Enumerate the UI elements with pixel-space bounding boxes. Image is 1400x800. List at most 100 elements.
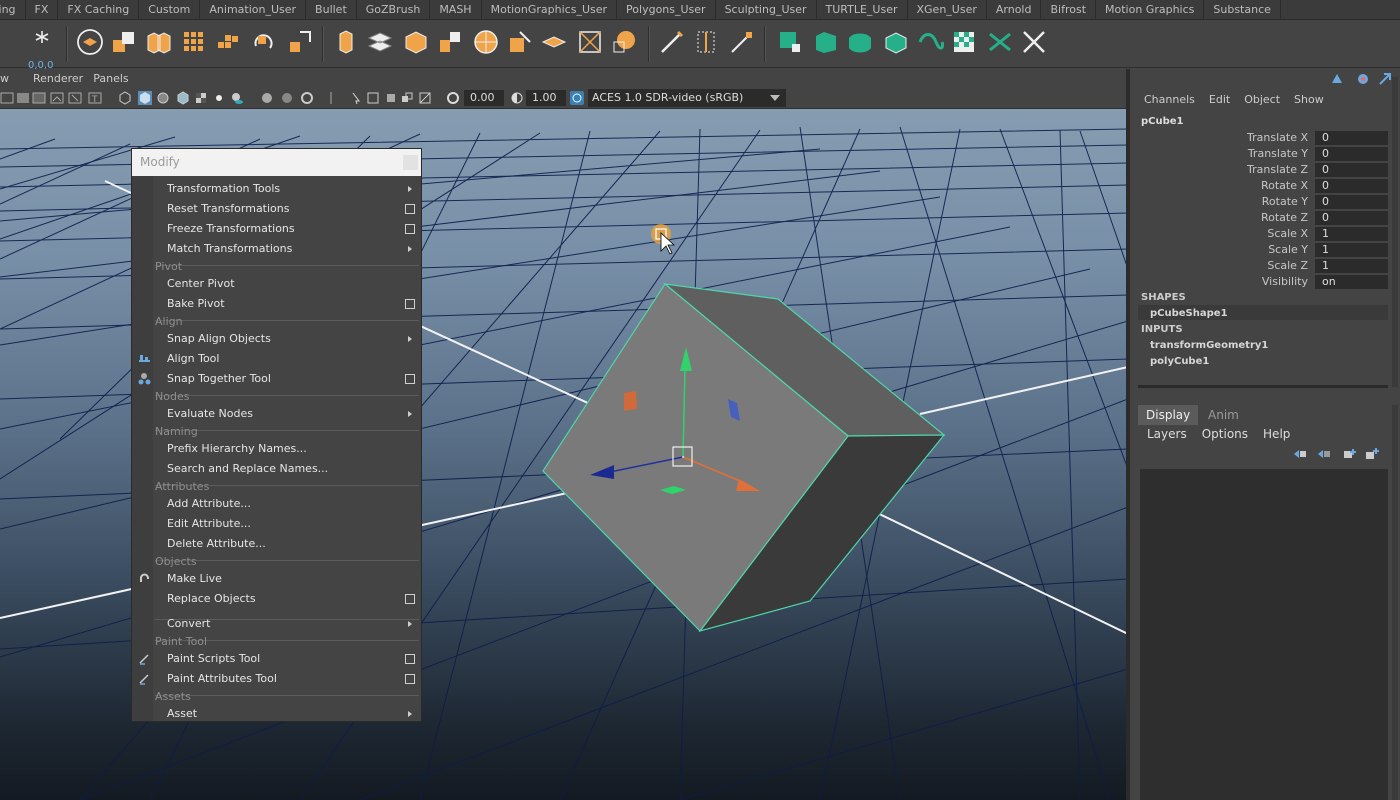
tool-settings-toggle-icon[interactable] [1356, 72, 1370, 86]
attr-row-translate-x[interactable]: Translate X 0 [1130, 130, 1390, 146]
shelf-tab-gozbrush[interactable]: GoZBrush [357, 0, 431, 19]
option-box-icon[interactable] [405, 654, 415, 664]
menu-item-bake-pivot[interactable]: Bake Pivot [132, 294, 421, 314]
text-field-icon[interactable]: T [88, 91, 102, 105]
menu-item-reset-transformations[interactable]: Reset Transformations [132, 199, 421, 219]
separate-icon[interactable] [214, 28, 242, 56]
cut-icon[interactable] [506, 28, 534, 56]
viewport-menu-panels[interactable]: Panels [93, 72, 138, 85]
channel-box-toggle-icon[interactable] [1378, 72, 1392, 86]
shadows-icon[interactable] [230, 91, 244, 105]
cut-uv-icon[interactable] [1020, 28, 1048, 56]
shelf-tab-motiongraphics-user[interactable]: MotionGraphics_User [482, 0, 618, 19]
mirror-icon[interactable] [286, 28, 314, 56]
attr-label[interactable]: Translate Y [1248, 146, 1308, 162]
channel-layer-splitter[interactable] [1138, 385, 1388, 388]
attr-value-field[interactable]: on [1315, 275, 1388, 289]
checker-icon[interactable] [950, 28, 978, 56]
move-layer-down-icon[interactable] [1316, 447, 1332, 461]
shelf-tab-fx[interactable]: FX [26, 0, 59, 19]
attr-label[interactable]: Scale Z [1267, 258, 1308, 274]
layer-editor-scrollbar[interactable] [1392, 405, 1398, 800]
input-node-transformgeometry[interactable]: transformGeometry1 [1150, 340, 1268, 351]
option-box-icon[interactable] [405, 674, 415, 684]
shelf-tab-substance[interactable]: Substance [1204, 0, 1281, 19]
tab-display[interactable]: Display [1138, 405, 1199, 425]
image-plane-icon[interactable] [32, 91, 46, 105]
isolate-select-icon[interactable] [350, 91, 364, 105]
depth-of-field-icon[interactable] [324, 91, 338, 105]
menu-item-paint-attributes-tool[interactable]: Paint Attributes Tool [132, 669, 421, 689]
menu-item-add-attribute[interactable]: Add Attribute... [132, 494, 421, 514]
menu-item-paint-scripts-tool[interactable]: Paint Scripts Tool [132, 649, 421, 669]
shelf-tab-turtle-user[interactable]: TURTLE_User [817, 0, 908, 19]
attr-label[interactable]: Visibility [1262, 274, 1308, 290]
colorspace-dropdown[interactable]: ACES 1.0 SDR-video (sRGB) [588, 89, 786, 107]
attr-row-translate-y[interactable]: Translate Y 0 [1130, 146, 1390, 162]
layer-list[interactable] [1140, 469, 1388, 800]
menu-item-prefix-hierarchy-names[interactable]: Prefix Hierarchy Names... [132, 439, 421, 459]
menu-item-convert[interactable]: Convert [132, 614, 421, 634]
close-icon[interactable] [403, 155, 418, 170]
menu-item-make-live[interactable]: Make Live [132, 569, 421, 589]
attr-value-field[interactable]: 0 [1315, 131, 1388, 145]
cube-green-icon[interactable] [776, 28, 804, 56]
shelf-tab-ring[interactable]: ring [0, 0, 26, 19]
sphere-grid-icon[interactable] [610, 28, 638, 56]
modify-menu-title-bar[interactable]: Modify [132, 149, 421, 176]
attr-row-visibility[interactable]: Visibility on [1130, 274, 1390, 290]
help-menu[interactable]: Help [1254, 425, 1296, 443]
move-layer-up-icon[interactable] [1292, 447, 1308, 461]
menu-item-match-transformations[interactable]: Match Transformations [132, 239, 421, 259]
menu-item-center-pivot[interactable]: Center Pivot [132, 274, 421, 294]
xray-components-icon[interactable] [400, 91, 414, 105]
2d-pan-icon[interactable] [50, 91, 64, 105]
menu-item-search-and-replace-names[interactable]: Search and Replace Names... [132, 459, 421, 479]
edit-menu[interactable]: Edit [1195, 91, 1230, 109]
attr-value-field[interactable]: 1 [1315, 259, 1388, 273]
option-box-icon[interactable] [405, 594, 415, 604]
attr-label[interactable]: Rotate Z [1261, 210, 1308, 226]
combine-icon[interactable] [144, 28, 172, 56]
shelf-tab-bifrost[interactable]: Bifrost [1041, 0, 1097, 19]
snap-coords-icon[interactable] [28, 28, 56, 56]
gamma-field[interactable]: 1.00 [526, 90, 566, 106]
attr-value-field[interactable]: 0 [1315, 179, 1388, 193]
exposure-field[interactable]: 0.00 [464, 90, 504, 106]
unfold-icon[interactable] [986, 28, 1014, 56]
attr-label[interactable]: Rotate Y [1262, 194, 1308, 210]
pcube1-mesh[interactable] [542, 283, 946, 633]
extrude-green-icon[interactable] [812, 28, 840, 56]
rotate-transfer-icon[interactable] [250, 28, 278, 56]
channel-box-scrollbar[interactable] [1392, 77, 1398, 387]
shelf-tab-animation-user[interactable]: Animation_User [200, 0, 307, 19]
viewport-menu-view[interactable]: w [0, 72, 19, 85]
xray-icon[interactable] [366, 91, 380, 105]
menu-item-snap-align-objects[interactable]: Snap Align Objects [132, 329, 421, 349]
attr-value-field[interactable]: 0 [1315, 163, 1388, 177]
fill-hole-icon[interactable] [436, 28, 464, 56]
exposure-icon[interactable] [446, 91, 460, 105]
channels-menu[interactable]: Channels [1130, 91, 1195, 109]
boolean-icon[interactable] [110, 28, 138, 56]
show-menu[interactable]: Show [1280, 91, 1324, 109]
resolution-gate-icon[interactable] [418, 91, 432, 105]
attr-label[interactable]: Scale X [1267, 226, 1308, 242]
attr-row-rotate-x[interactable]: Rotate X 0 [1130, 178, 1390, 194]
shelf-tab-sculpting-user[interactable]: Sculpting_User [716, 0, 817, 19]
bookmark-icon[interactable] [16, 91, 30, 105]
shelf-tab-polygons-user[interactable]: Polygons_User [617, 0, 716, 19]
camera-attr-icon[interactable] [0, 91, 14, 105]
extrude-icon[interactable] [332, 28, 360, 56]
attr-label[interactable]: Scale Y [1268, 242, 1308, 258]
grid-icon[interactable] [180, 28, 208, 56]
menu-item-snap-together-tool[interactable]: Snap Together Tool [132, 369, 421, 389]
attr-row-rotate-y[interactable]: Rotate Y 0 [1130, 194, 1390, 210]
input-node-polycube[interactable]: polyCube1 [1150, 356, 1209, 367]
menu-item-replace-objects[interactable]: Replace Objects [132, 589, 421, 609]
checker-shade-icon[interactable] [194, 91, 208, 105]
attr-row-scale-z[interactable]: Scale Z 1 [1130, 258, 1390, 274]
option-box-icon[interactable] [405, 224, 415, 234]
menu-item-asset[interactable]: Asset [132, 704, 421, 724]
anti-aliasing-icon[interactable] [300, 91, 314, 105]
